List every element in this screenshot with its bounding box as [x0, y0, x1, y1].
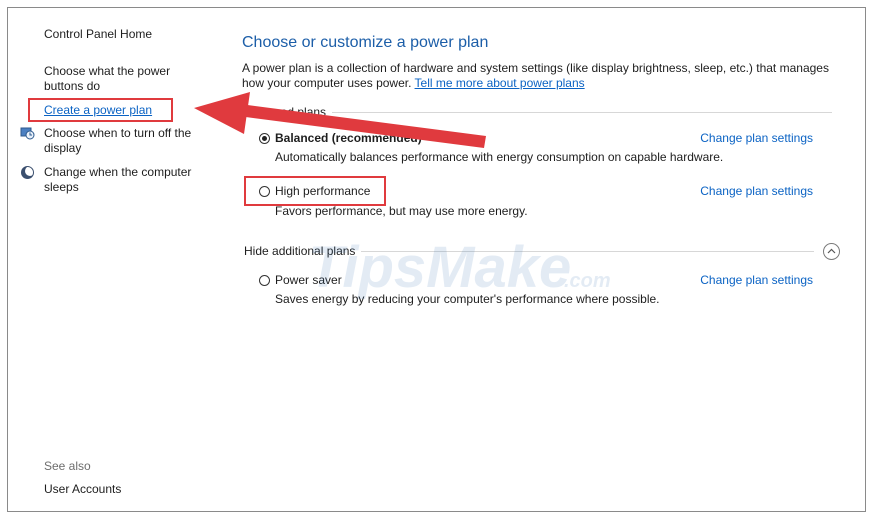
red-arrow-icon	[194, 92, 486, 148]
